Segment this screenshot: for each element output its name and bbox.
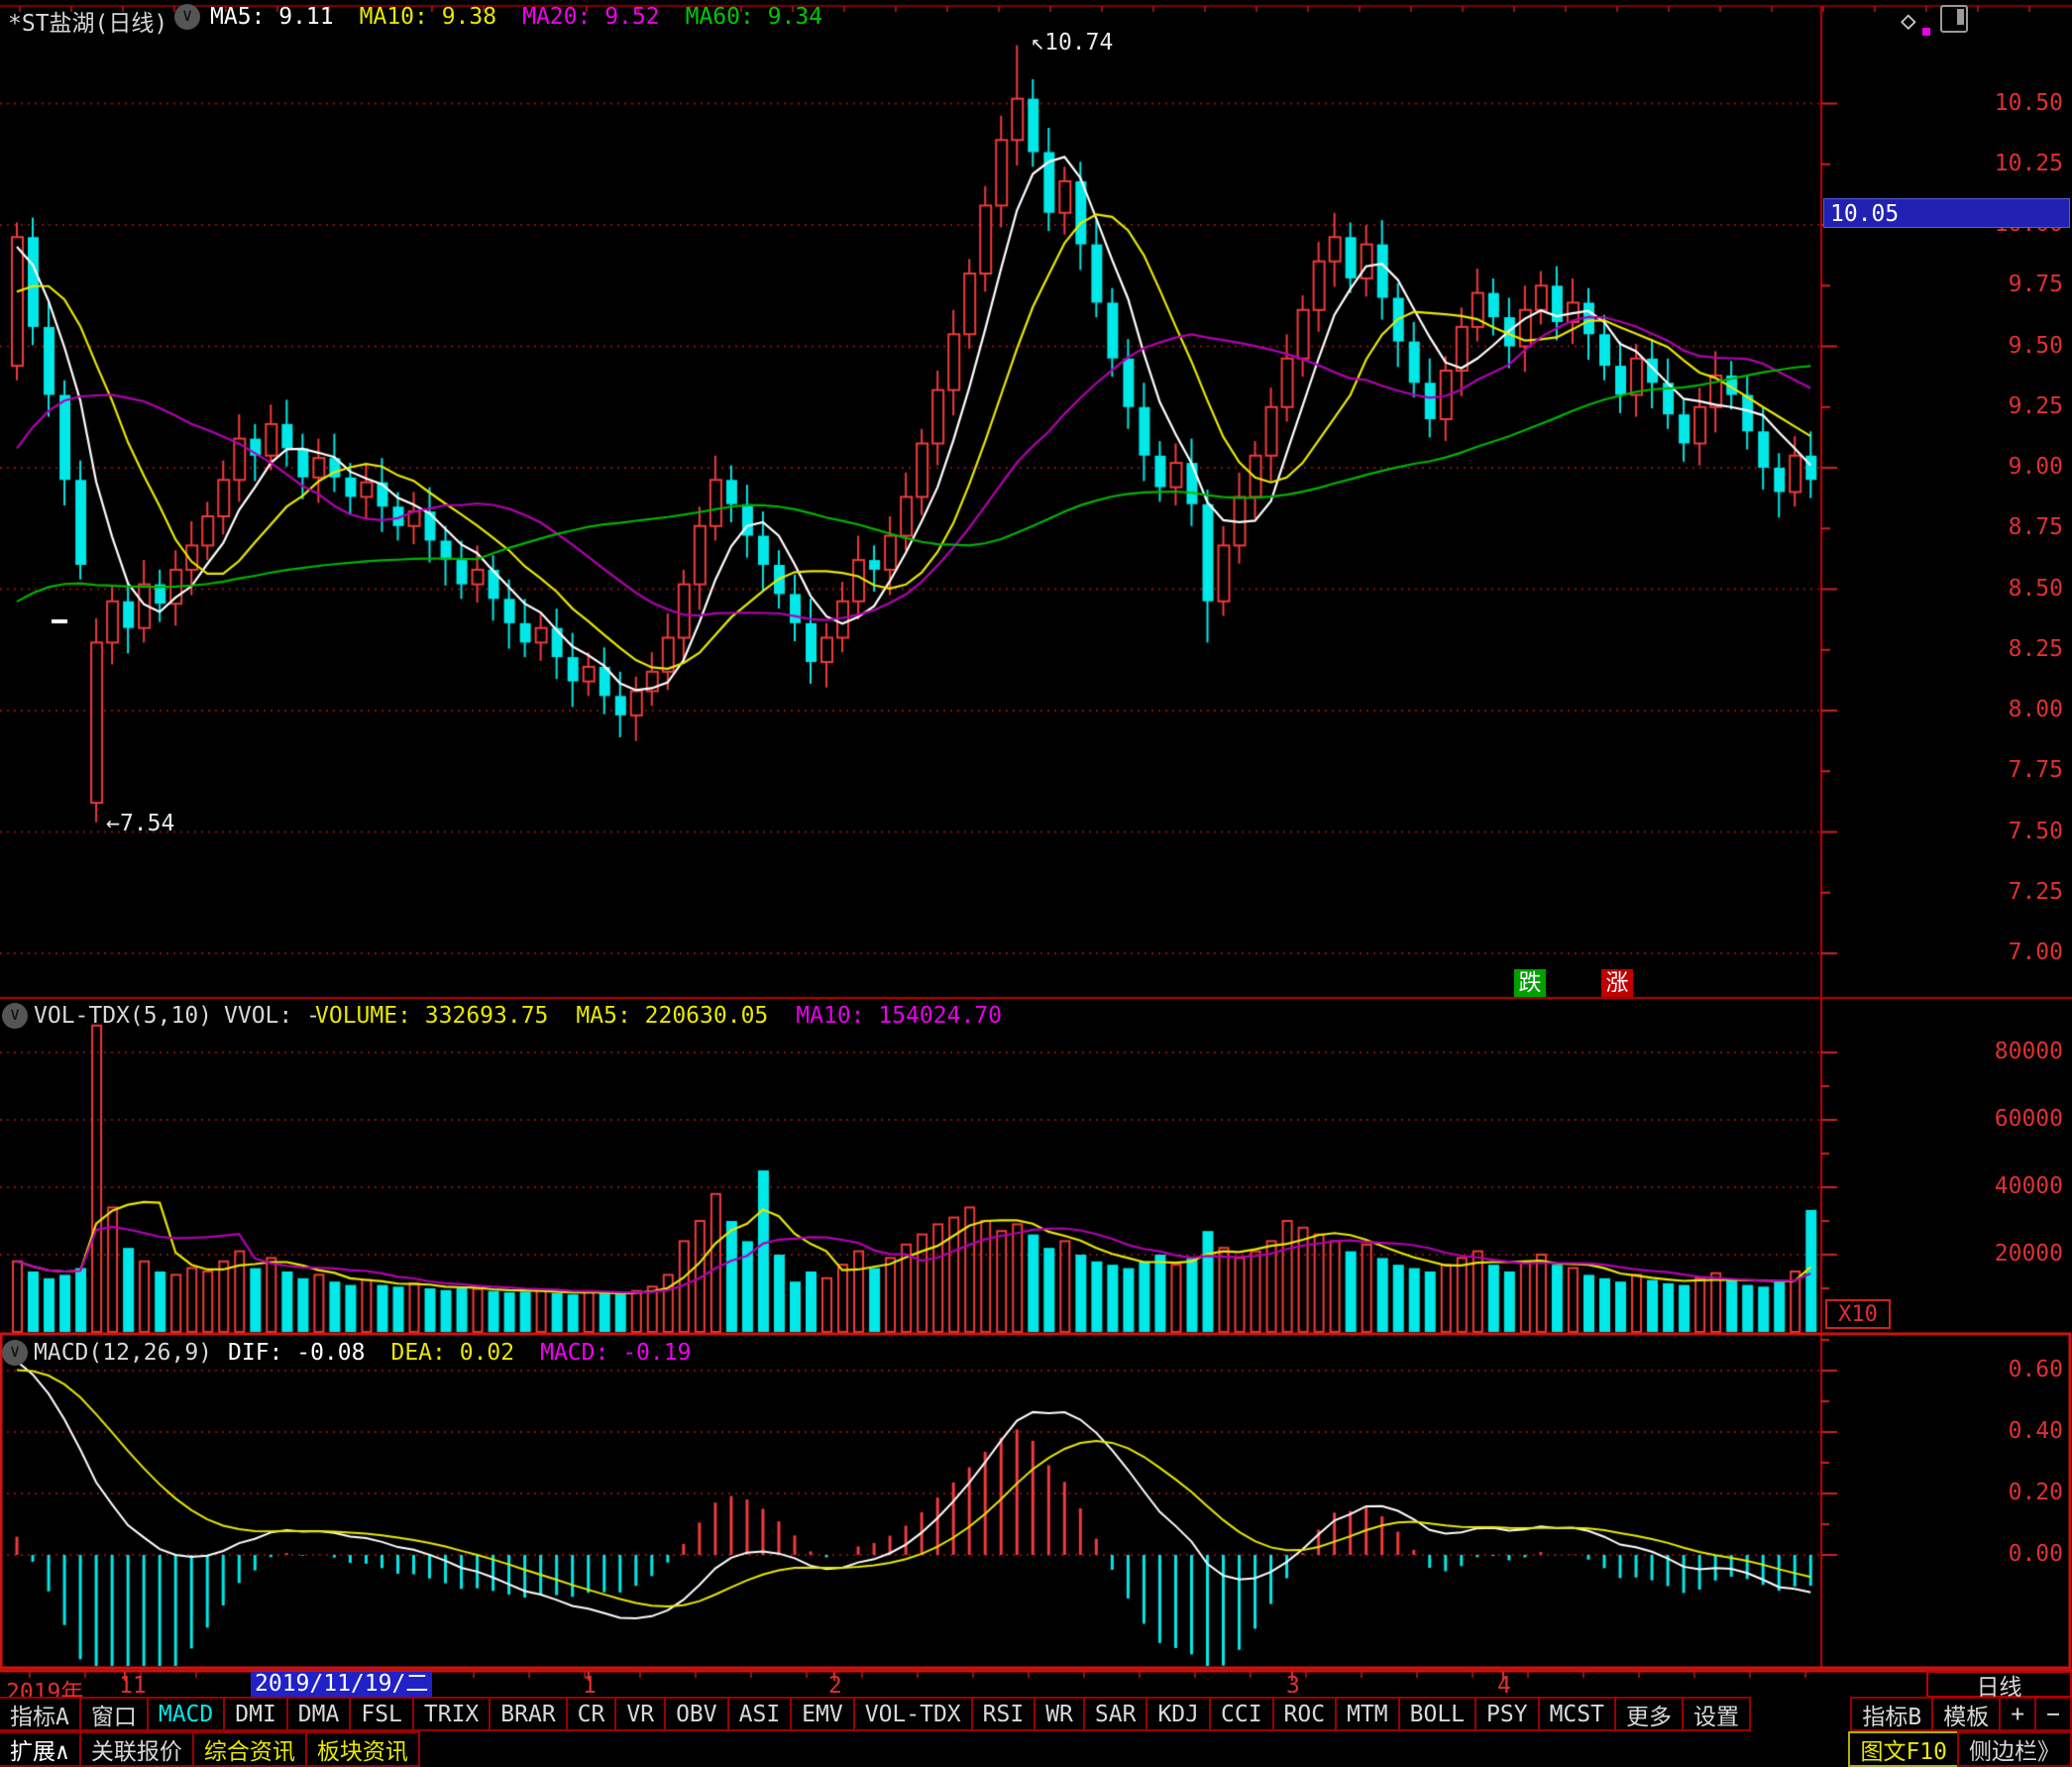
- date-axis-label: 11: [119, 1673, 147, 1699]
- toolbar-button-xxA[interactable]: 指标A: [0, 1697, 81, 1731]
- axis-tick-label: 60000: [1974, 1106, 2063, 1132]
- indicator-toolbar: 指标A窗口MACDDMIDMAFSLTRIXBRARCRVROBVASIEMVV…: [0, 1697, 2072, 1731]
- indicator-value: MA10: 154024.70: [796, 1003, 1002, 1029]
- diamond-icon[interactable]: ◇: [1901, 6, 1916, 36]
- axis-tick-label: 10.25: [1974, 151, 2063, 176]
- toolbar-button-KDJ[interactable]: KDJ: [1145, 1697, 1211, 1731]
- axis-tick-label: 0.60: [1974, 1357, 2063, 1382]
- toolbar-button-x[interactable]: −: [2034, 1697, 2072, 1731]
- toolbar-button-xxB[interactable]: 指标B: [1850, 1697, 1933, 1731]
- toolbar-button-DMI[interactable]: DMI: [223, 1697, 288, 1731]
- axis-tick-label: 40000: [1974, 1173, 2063, 1199]
- toolbar-button-MTM[interactable]: MTM: [1335, 1697, 1400, 1731]
- magenta-marker-dot: [1922, 28, 1930, 36]
- toolbar-button-xx[interactable]: 设置: [1682, 1697, 1751, 1731]
- axis-tick-label: 0.40: [1974, 1418, 2063, 1444]
- toolbar-button-CCI[interactable]: CCI: [1209, 1697, 1274, 1731]
- toolbar-button-SAR[interactable]: SAR: [1083, 1697, 1148, 1731]
- toolbar-button-xxF10[interactable]: 图文F10: [1848, 1731, 1959, 1767]
- axis-tick-label: 7.50: [1974, 819, 2063, 844]
- toolbar-button-TRIX[interactable]: TRIX: [412, 1697, 491, 1731]
- toolbar-button-MCST[interactable]: MCST: [1538, 1697, 1616, 1731]
- date-axis-label: 2: [828, 1673, 842, 1699]
- toolbar-button-WR[interactable]: WR: [1034, 1697, 1085, 1731]
- axis-tick-label: 9.00: [1974, 454, 2063, 480]
- toolbar-button-xx[interactable]: 模板: [1931, 1697, 2001, 1731]
- indicator-value: MA20: 9.52: [522, 4, 659, 30]
- macd-indicator-name: MACD(12,26,9): [34, 1340, 212, 1366]
- indicator-value: VOLUME: 332693.75: [315, 1003, 548, 1029]
- axis-tick-label: 7.75: [1974, 757, 2063, 783]
- axis-tick-label: 0.20: [1974, 1480, 2063, 1505]
- axis-tick-label: 80000: [1974, 1039, 2063, 1064]
- axis-tick-label: 9.25: [1974, 393, 2063, 419]
- date-axis-label: 3: [1286, 1673, 1300, 1699]
- toolbar-button-xxxx[interactable]: 综合资讯: [192, 1731, 307, 1767]
- toolbar-button-CR[interactable]: CR: [566, 1697, 617, 1731]
- indicator-value: MA5: 9.11: [210, 4, 334, 30]
- indicator-value: MA60: 9.34: [686, 4, 822, 30]
- price-highlight-tag: 10.05: [1823, 198, 2070, 228]
- date-axis-label: 4: [1497, 1673, 1511, 1699]
- toolbar-button-ROC[interactable]: ROC: [1272, 1697, 1338, 1731]
- toolbar-button-ASI[interactable]: ASI: [727, 1697, 793, 1731]
- window-controls: ◇: [1901, 6, 1980, 36]
- period-cell[interactable]: 日线: [1926, 1671, 2072, 1698]
- high-price-annotation: ↖10.74: [1031, 30, 1113, 55]
- date-axis-label: 1: [583, 1673, 597, 1699]
- vvol-value: VVOL: -: [224, 1003, 320, 1029]
- toolbar-button-xxxx[interactable]: 板块资讯: [305, 1731, 420, 1767]
- indicator-value: MA5: 220630.05: [576, 1003, 768, 1029]
- toolbar-button-DMA[interactable]: DMA: [286, 1697, 352, 1731]
- toolbar-button-+[interactable]: +: [1999, 1697, 2036, 1731]
- toolbar-button-VR[interactable]: VR: [614, 1697, 666, 1731]
- axis-tick-label: 8.25: [1974, 636, 2063, 662]
- fall-badge[interactable]: 跌: [1514, 969, 1546, 997]
- axis-tick-label: 10.50: [1974, 90, 2063, 116]
- axis-tick-label: 7.25: [1974, 879, 2063, 905]
- restore-window-icon[interactable]: [1940, 5, 1968, 33]
- axis-tick-label: 0.00: [1974, 1541, 2063, 1567]
- toolbar-button-xx[interactable]: 更多: [1614, 1697, 1684, 1731]
- tdx-stock-chart-window: { "header": { "title": "*ST盐湖(日线)", "ma_…: [0, 0, 2072, 1767]
- axis-tick-label: 8.50: [1974, 576, 2063, 602]
- toolbar-button-BRAR[interactable]: BRAR: [489, 1697, 567, 1731]
- volume-indicator-name: VOL-TDX(5,10): [34, 1003, 212, 1029]
- chevron-down-icon[interactable]: ∨: [2, 1340, 28, 1366]
- toolbar-button-EMV[interactable]: EMV: [790, 1697, 855, 1731]
- toolbar-button-VOL-TDX[interactable]: VOL-TDX: [853, 1697, 973, 1731]
- toolbar-button-RSI[interactable]: RSI: [971, 1697, 1036, 1731]
- axis-tick-label: 9.75: [1974, 272, 2063, 297]
- macd-values-row: DIF: -0.08 DEA: 0.02 MACD: -0.19: [228, 1340, 716, 1366]
- toolbar-button-FSL[interactable]: FSL: [349, 1697, 414, 1731]
- volume-values-row: VOLUME: 332693.75 MA5: 220630.05 MA10: 154…: [315, 1003, 1030, 1029]
- stock-title: *ST盐湖(日线): [8, 4, 167, 38]
- low-price-annotation: ←7.54: [106, 811, 174, 836]
- chevron-down-icon[interactable]: ∨: [2, 1003, 28, 1029]
- chevron-down-icon[interactable]: ∨: [174, 4, 200, 30]
- indicator-value: DEA: 0.02: [390, 1340, 514, 1366]
- axis-tick-label: 20000: [1974, 1241, 2063, 1267]
- toolbar-button-xxxx[interactable]: 侧边栏》: [1957, 1731, 2072, 1767]
- indicator-value: MACD: -0.19: [540, 1340, 691, 1366]
- axis-tick-label: 7.00: [1974, 939, 2063, 965]
- chart-canvas[interactable]: [0, 0, 2072, 1767]
- indicator-value: MA10: 9.38: [360, 4, 496, 30]
- toolbar-button-MACD[interactable]: MACD: [147, 1697, 225, 1731]
- axis-tick-label: 8.00: [1974, 697, 2063, 722]
- toolbar-button-xx[interactable]: 窗口: [79, 1697, 149, 1731]
- toolbar-button-BOLL[interactable]: BOLL: [1398, 1697, 1476, 1731]
- toolbar-button-PSY[interactable]: PSY: [1474, 1697, 1540, 1731]
- date-highlight-tag[interactable]: 2019/11/19/二: [251, 1672, 432, 1697]
- rise-badge[interactable]: 涨: [1601, 969, 1633, 997]
- bottom-toolbar: 扩展∧关联报价综合资讯板块资讯 图文F10侧边栏》: [0, 1731, 2072, 1767]
- indicator-value: DIF: -0.08: [228, 1340, 365, 1366]
- toolbar-button-xxxx[interactable]: 关联报价: [79, 1731, 194, 1767]
- ma-values-row: MA5: 9.11 MA10: 9.38 MA20: 9.52 MA60: 9.34: [210, 4, 848, 30]
- volume-scale-box: X10: [1825, 1299, 1891, 1329]
- toolbar-button-xxx[interactable]: 扩展∧: [0, 1731, 81, 1767]
- toolbar-button-OBV[interactable]: OBV: [664, 1697, 729, 1731]
- axis-tick-label: 9.50: [1974, 333, 2063, 359]
- axis-tick-label: 8.75: [1974, 514, 2063, 540]
